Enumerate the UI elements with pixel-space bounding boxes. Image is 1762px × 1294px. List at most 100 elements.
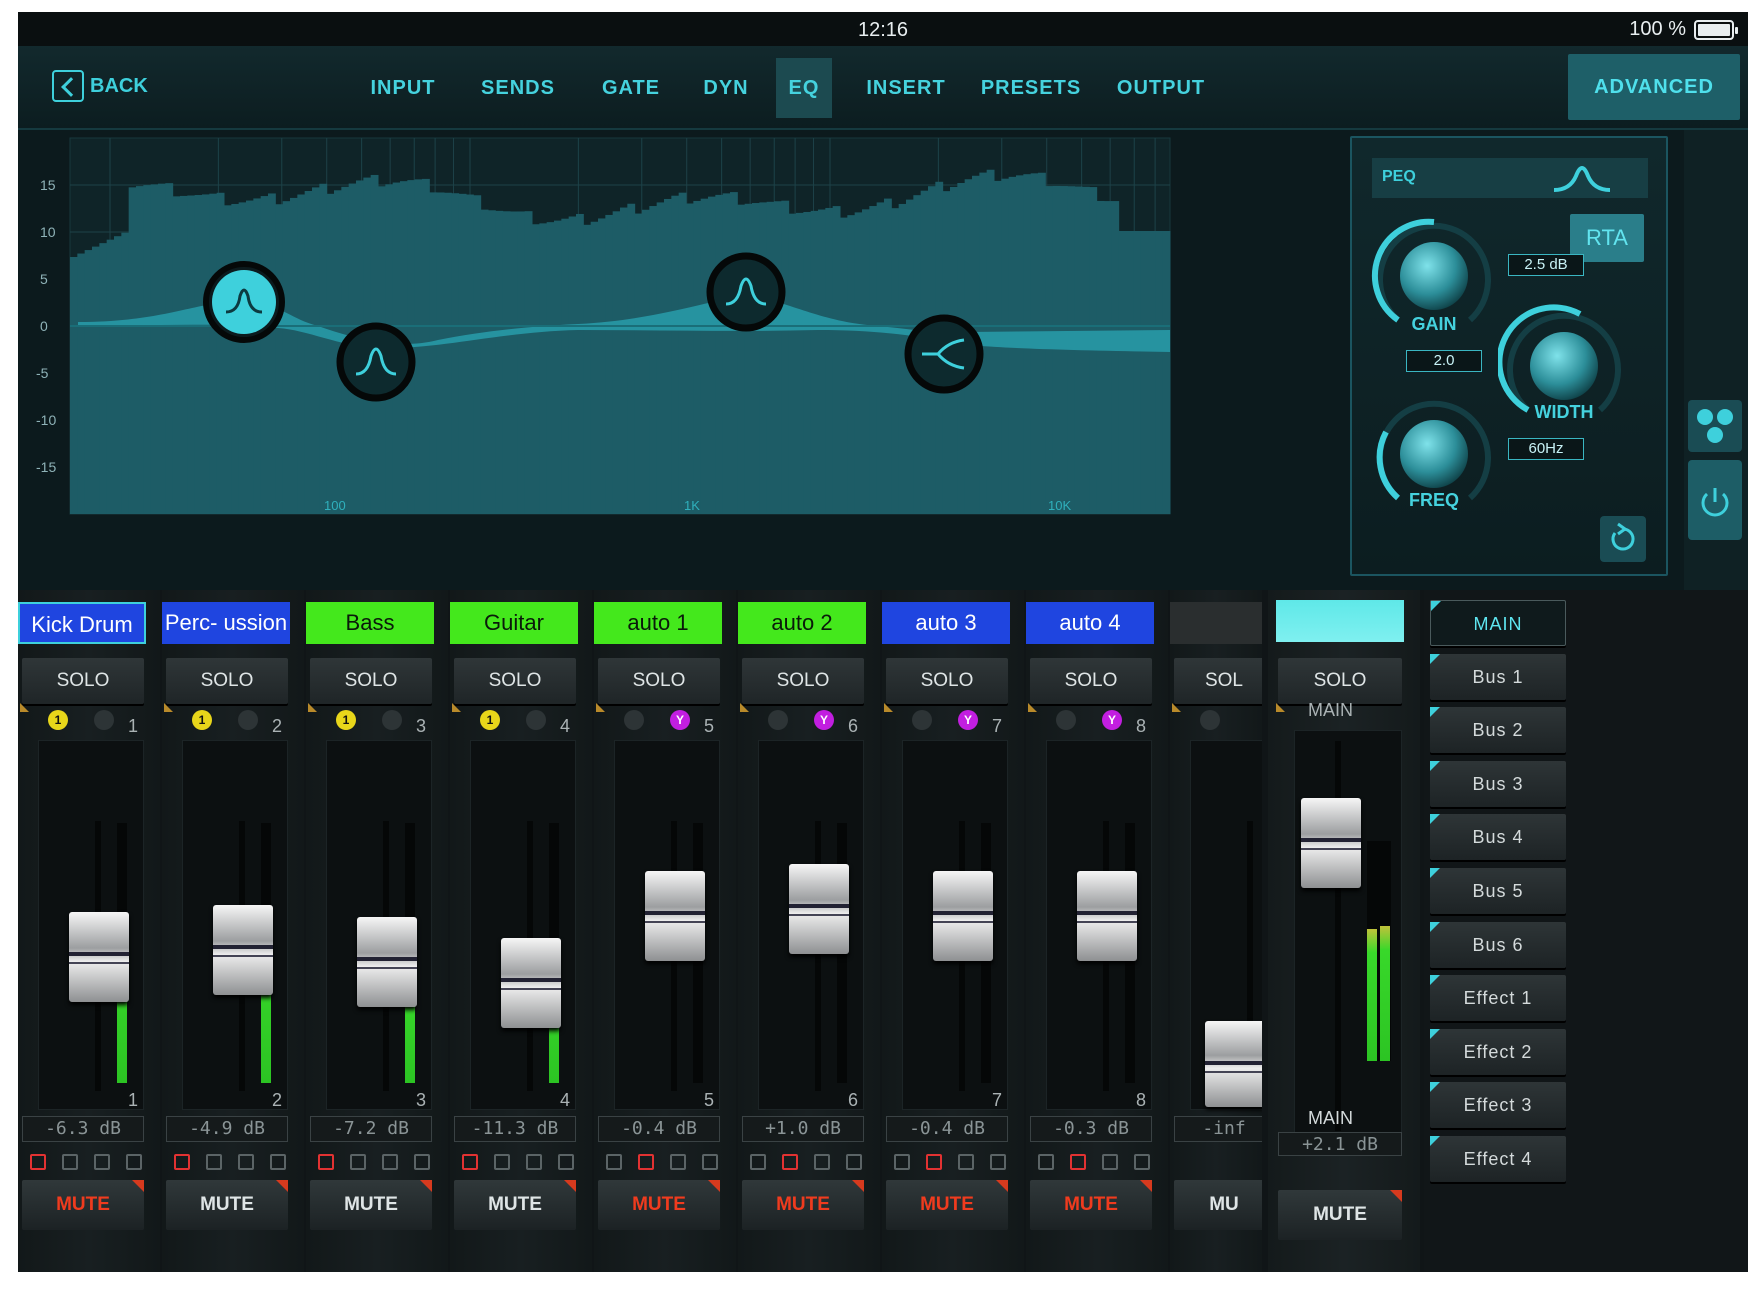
mute-button[interactable]: MU: [1174, 1180, 1262, 1230]
routing-toggle[interactable]: [494, 1154, 510, 1170]
solo-button[interactable]: SOLO: [596, 658, 720, 712]
routing-toggle[interactable]: [174, 1154, 190, 1170]
filter-type-selector[interactable]: PEQ: [1372, 158, 1648, 198]
tab-output[interactable]: OUTPUT: [1108, 58, 1214, 118]
channel-link-button[interactable]: [1688, 400, 1742, 452]
solo-button[interactable]: SOLO: [884, 658, 1008, 712]
routing-toggle[interactable]: [638, 1154, 654, 1170]
eq-band-4-handle[interactable]: [904, 314, 984, 394]
bus-button-bus-3[interactable]: Bus 3: [1430, 760, 1566, 807]
routing-toggle[interactable]: [62, 1154, 78, 1170]
routing-toggle[interactable]: [846, 1154, 862, 1170]
fader-area[interactable]: [38, 740, 144, 1110]
routing-toggle[interactable]: [126, 1154, 142, 1170]
solo-button[interactable]: SOLO: [452, 658, 576, 712]
main-fader-handle[interactable]: [1301, 797, 1361, 888]
channel-name[interactable]: Perc- ussion: [162, 602, 290, 644]
routing-toggle[interactable]: [670, 1154, 686, 1170]
fader-area[interactable]: [758, 740, 864, 1110]
fader-area[interactable]: [1046, 740, 1152, 1110]
eq-band-3-handle[interactable]: [706, 252, 786, 332]
channel-name[interactable]: Bass: [306, 602, 434, 644]
routing-toggle[interactable]: [414, 1154, 430, 1170]
fader-handle[interactable]: [1077, 871, 1137, 961]
bus-button-effect-4[interactable]: Effect 4: [1430, 1136, 1566, 1182]
fader-handle[interactable]: [501, 938, 561, 1029]
solo-button[interactable]: SOLO: [164, 658, 288, 712]
main-solo-button[interactable]: SOLO: [1276, 658, 1402, 712]
fader-handle[interactable]: [789, 863, 849, 954]
bus-button-main[interactable]: MAIN: [1430, 600, 1566, 646]
fader-area[interactable]: [614, 740, 720, 1110]
routing-toggle[interactable]: [558, 1154, 574, 1170]
routing-toggle[interactable]: [350, 1154, 366, 1170]
routing-toggle[interactable]: [606, 1154, 622, 1170]
tab-eq[interactable]: EQ: [776, 58, 832, 118]
channel-name[interactable]: auto 3: [882, 602, 1010, 644]
fader-handle[interactable]: [1205, 1021, 1262, 1107]
advanced-button[interactable]: ADVANCED: [1568, 54, 1740, 120]
routing-toggle[interactable]: [206, 1154, 222, 1170]
fader-handle[interactable]: [69, 911, 129, 1002]
routing-toggle[interactable]: [30, 1154, 46, 1170]
solo-button[interactable]: SOL: [1172, 658, 1262, 712]
mute-button[interactable]: MUTE: [22, 1180, 144, 1230]
eq-power-button[interactable]: [1688, 460, 1742, 540]
routing-toggle[interactable]: [1070, 1154, 1086, 1170]
back-button[interactable]: BACK: [52, 70, 148, 102]
routing-toggle[interactable]: [94, 1154, 110, 1170]
main-fader-area[interactable]: [1294, 730, 1402, 1150]
reset-button[interactable]: [1600, 516, 1646, 562]
routing-toggle[interactable]: [1134, 1154, 1150, 1170]
tab-gate[interactable]: GATE: [588, 58, 674, 118]
routing-toggle[interactable]: [382, 1154, 398, 1170]
fader-handle[interactable]: [357, 916, 417, 1007]
fader-handle[interactable]: [645, 871, 705, 961]
routing-toggle[interactable]: [894, 1154, 910, 1170]
mute-button[interactable]: MUTE: [310, 1180, 432, 1230]
routing-toggle[interactable]: [462, 1154, 478, 1170]
eq-graph[interactable]: 15 10 5 0 -5 -10 -15 100 1K 10K: [18, 130, 1318, 590]
fader-area[interactable]: [326, 740, 432, 1110]
bus-button-effect-3[interactable]: Effect 3: [1430, 1082, 1566, 1129]
routing-toggle[interactable]: [318, 1154, 334, 1170]
mute-button[interactable]: MUTE: [598, 1180, 720, 1230]
bus-button-bus-6[interactable]: Bus 6: [1430, 921, 1566, 968]
bus-button-bus-4[interactable]: Bus 4: [1430, 814, 1566, 861]
mute-button[interactable]: MUTE: [1030, 1180, 1152, 1230]
bus-button-bus-1[interactable]: Bus 1: [1430, 653, 1566, 700]
mute-button[interactable]: MUTE: [742, 1180, 864, 1230]
channel-name[interactable]: auto 1: [594, 602, 722, 644]
tab-sends[interactable]: SENDS: [470, 58, 566, 118]
mute-button[interactable]: MUTE: [166, 1180, 288, 1230]
routing-toggle[interactable]: [526, 1154, 542, 1170]
fader-handle[interactable]: [933, 871, 993, 961]
bus-button-bus-5[interactable]: Bus 5: [1430, 868, 1566, 914]
bus-button-effect-2[interactable]: Effect 2: [1430, 1028, 1566, 1075]
channel-name[interactable]: auto 4: [1026, 602, 1154, 644]
routing-toggle[interactable]: [990, 1154, 1006, 1170]
solo-button[interactable]: SOLO: [1028, 658, 1152, 712]
routing-toggle[interactable]: [1102, 1154, 1118, 1170]
routing-toggle[interactable]: [750, 1154, 766, 1170]
channel-name[interactable]: Kick Drum: [18, 602, 146, 644]
fader-area[interactable]: [1190, 740, 1262, 1110]
bus-button-bus-2[interactable]: Bus 2: [1430, 707, 1566, 754]
routing-toggle[interactable]: [702, 1154, 718, 1170]
fader-area[interactable]: [470, 740, 576, 1110]
eq-band-2-handle[interactable]: [336, 322, 416, 402]
solo-button[interactable]: SOLO: [308, 658, 432, 712]
routing-toggle[interactable]: [926, 1154, 942, 1170]
routing-toggle[interactable]: [782, 1154, 798, 1170]
bus-button-effect-1[interactable]: Effect 1: [1430, 975, 1566, 1022]
routing-toggle[interactable]: [238, 1154, 254, 1170]
routing-toggle[interactable]: [958, 1154, 974, 1170]
fader-area[interactable]: [902, 740, 1008, 1110]
main-mute-button[interactable]: MUTE: [1278, 1190, 1402, 1240]
channel-name[interactable]: Guitar: [450, 602, 578, 644]
tab-presets[interactable]: PRESETS: [978, 58, 1084, 118]
mute-button[interactable]: MUTE: [454, 1180, 576, 1230]
routing-toggle[interactable]: [270, 1154, 286, 1170]
tab-input[interactable]: INPUT: [358, 58, 448, 118]
routing-toggle[interactable]: [1038, 1154, 1054, 1170]
